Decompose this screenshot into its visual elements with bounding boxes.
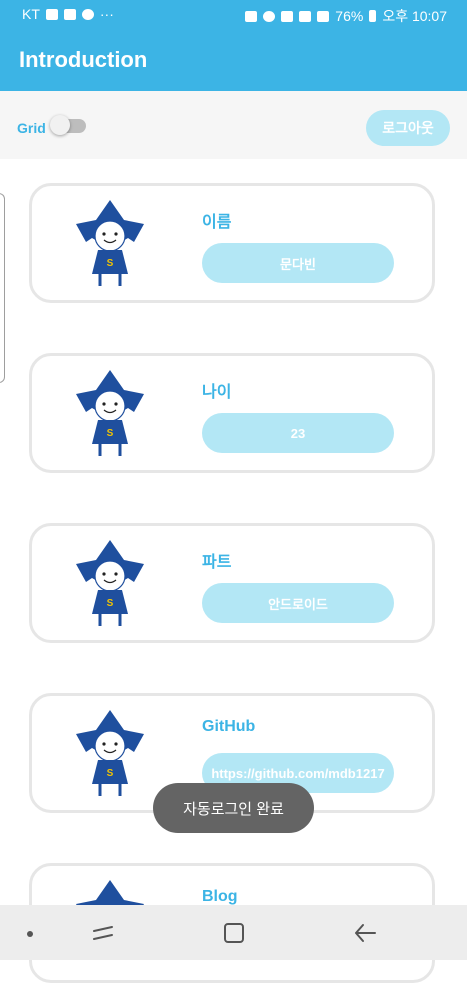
card-title: 나이: [202, 384, 232, 401]
battery-icon: [369, 10, 377, 22]
video-icon: [45, 8, 58, 20]
home-icon[interactable]: [223, 922, 245, 944]
sync-icon: [81, 8, 94, 20]
status-bar: KT ··· 76% 오후 10:07: [0, 0, 467, 30]
recent-apps-icon[interactable]: [92, 923, 114, 943]
card-title: 이름: [202, 214, 232, 231]
profile-card-age[interactable]: S 나이 23: [29, 353, 435, 473]
svg-text:S: S: [107, 768, 114, 779]
wifi-icon: [299, 10, 312, 22]
profile-card-part[interactable]: S 파트 안드로이드: [29, 523, 435, 643]
side-drawer-edge[interactable]: [0, 193, 5, 383]
battery-percent: 76%: [335, 8, 364, 24]
clock: 오후 10:07: [382, 8, 447, 24]
card-title: Blog: [202, 888, 238, 905]
profile-card-name[interactable]: S 이름 문다빈: [29, 183, 435, 303]
svg-text:S: S: [107, 428, 114, 439]
app-bar: Introduction: [0, 30, 467, 91]
nav-indicator-dot: [27, 931, 33, 937]
grid-toggle[interactable]: [50, 115, 86, 135]
mute-icon: [245, 10, 258, 22]
mascot-image: S: [76, 540, 144, 626]
card-value-button[interactable]: 23: [202, 413, 394, 453]
back-icon[interactable]: [353, 922, 377, 944]
toast-message: 자동로그인 완료: [153, 783, 314, 833]
mascot-image: S: [76, 200, 144, 286]
card-value-button[interactable]: 문다빈: [202, 243, 394, 283]
nfc-icon: [281, 10, 294, 22]
logout-button[interactable]: 로그아웃: [366, 110, 450, 146]
more-notifications: ···: [99, 6, 114, 22]
card-title: GitHub: [202, 718, 256, 735]
gallery-icon: [63, 8, 76, 20]
mascot-image: S: [76, 710, 144, 796]
card-value-button[interactable]: 안드로이드: [202, 583, 394, 623]
grid-label: Grid: [17, 120, 46, 136]
grid-toggle-thumb[interactable]: [50, 115, 70, 135]
system-nav-bar: [0, 905, 467, 960]
svg-text:S: S: [107, 598, 114, 609]
mascot-image: S: [76, 370, 144, 456]
carrier-label: KT: [22, 6, 40, 22]
page-title: Introduction: [19, 47, 148, 72]
alarm-icon: [263, 10, 276, 22]
signal-icon: [317, 10, 330, 22]
svg-text:S: S: [107, 258, 114, 269]
card-title: 파트: [202, 554, 232, 571]
